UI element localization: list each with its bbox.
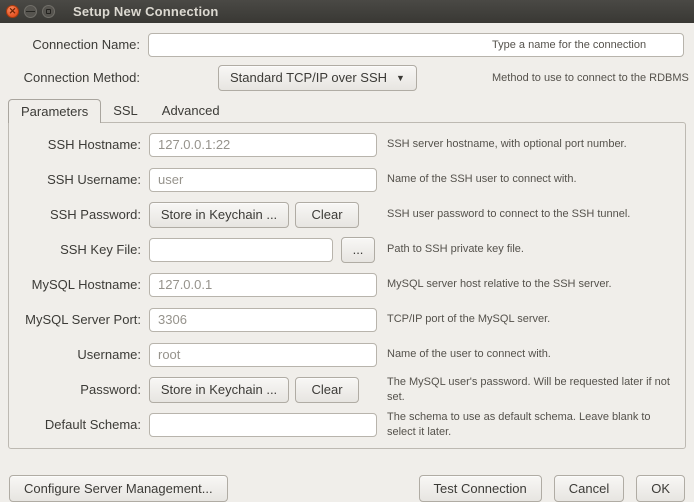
top-section: Connection Name: Type a name for the con… (0, 23, 694, 90)
field-label: MySQL Hostname: (9, 277, 141, 292)
form-row: Password: Store in Keychain ...Clear The… (9, 372, 685, 407)
field-control (149, 133, 377, 157)
form-row: MySQL Server Port: TCP/IP port of the My… (9, 302, 685, 337)
form-row: SSH Hostname: SSH server hostname, with … (9, 127, 685, 162)
field-label: SSH Key File: (9, 242, 141, 257)
field-label: SSH Password: (9, 207, 141, 222)
field-control (149, 308, 377, 332)
text-input[interactable] (149, 168, 377, 192)
form-row: SSH Key File: ... Path to SSH private ke… (9, 232, 685, 267)
field-hint: MySQL server host relative to the SSH se… (387, 277, 685, 291)
field-hint: Name of the SSH user to connect with. (387, 172, 685, 186)
field-control: Store in Keychain ...Clear (149, 377, 377, 403)
field-control (149, 343, 377, 367)
field-hint: The MySQL user's password. Will be reque… (387, 375, 685, 404)
window-title: Setup New Connection (73, 4, 219, 19)
ok-button[interactable]: OK (636, 475, 685, 502)
field-hint: Path to SSH private key file. (387, 242, 685, 256)
field-control (149, 273, 377, 297)
field-hint: TCP/IP port of the MySQL server. (387, 312, 685, 326)
form-row: Username: Name of the user to connect wi… (9, 337, 685, 372)
tab-parameters[interactable]: Parameters (8, 99, 101, 123)
configure-server-management-button[interactable]: Configure Server Management... (9, 475, 228, 502)
field-control: Store in Keychain ...Clear (149, 202, 377, 228)
field-label: Username: (9, 347, 141, 362)
connection-method-row: Connection Method: Standard TCP/IP over … (10, 65, 684, 90)
test-connection-button[interactable]: Test Connection (419, 475, 542, 502)
tab-ssl[interactable]: SSL (101, 98, 150, 122)
form-row: SSH Password: Store in Keychain ...Clear… (9, 197, 685, 232)
footer: Configure Server Management... Test Conn… (0, 475, 694, 502)
cancel-button[interactable]: Cancel (554, 475, 624, 502)
connection-method-dropdown[interactable]: Standard TCP/IP over SSH ▼ (218, 65, 417, 91)
field-label: SSH Username: (9, 172, 141, 187)
text-input[interactable] (149, 133, 377, 157)
field-hint: The schema to use as default schema. Lea… (387, 410, 685, 439)
tab-bar: Parameters SSL Advanced (8, 98, 694, 122)
title-bar: ✕ — Setup New Connection (0, 0, 694, 23)
maximize-button[interactable] (42, 5, 55, 18)
field-label: SSH Hostname: (9, 137, 141, 152)
browse-button[interactable]: ... (341, 237, 375, 263)
field-hint: Name of the user to connect with. (387, 347, 685, 361)
field-control: ... (149, 237, 377, 263)
form-row: SSH Username: Name of the SSH user to co… (9, 162, 685, 197)
tab-advanced[interactable]: Advanced (150, 98, 232, 122)
parameters-panel: SSH Hostname: SSH server hostname, with … (8, 122, 686, 449)
field-control (149, 168, 377, 192)
close-button[interactable]: ✕ (6, 5, 19, 18)
field-control (149, 413, 377, 437)
clear-button[interactable]: Clear (295, 202, 359, 228)
file-path-input[interactable] (149, 238, 333, 262)
store-keychain-button[interactable]: Store in Keychain ... (149, 202, 289, 228)
text-input[interactable] (149, 308, 377, 332)
footer-right-group: Test Connection Cancel OK (419, 475, 686, 502)
store-keychain-button[interactable]: Store in Keychain ... (149, 377, 289, 403)
form-row: Default Schema: The schema to use as def… (9, 407, 685, 442)
text-input[interactable] (149, 413, 377, 437)
field-label: Default Schema: (9, 417, 141, 432)
field-label: Password: (9, 382, 141, 397)
connection-name-hint: Type a name for the connection (492, 37, 694, 51)
text-input[interactable] (149, 343, 377, 367)
chevron-down-icon: ▼ (396, 73, 405, 83)
field-label: MySQL Server Port: (9, 312, 141, 327)
connection-name-label: Connection Name: (10, 37, 140, 52)
field-hint: SSH user password to connect to the SSH … (387, 207, 685, 221)
connection-method-label: Connection Method: (10, 70, 140, 85)
field-hint: SSH server hostname, with optional port … (387, 137, 685, 151)
minimize-button[interactable]: — (24, 5, 37, 18)
connection-method-hint: Method to use to connect to the RDBMS (492, 70, 694, 84)
clear-button[interactable]: Clear (295, 377, 359, 403)
text-input[interactable] (149, 273, 377, 297)
form-row: MySQL Hostname: MySQL server host relati… (9, 267, 685, 302)
connection-method-value: Standard TCP/IP over SSH (230, 70, 387, 85)
connection-name-row: Connection Name: Type a name for the con… (10, 32, 684, 57)
